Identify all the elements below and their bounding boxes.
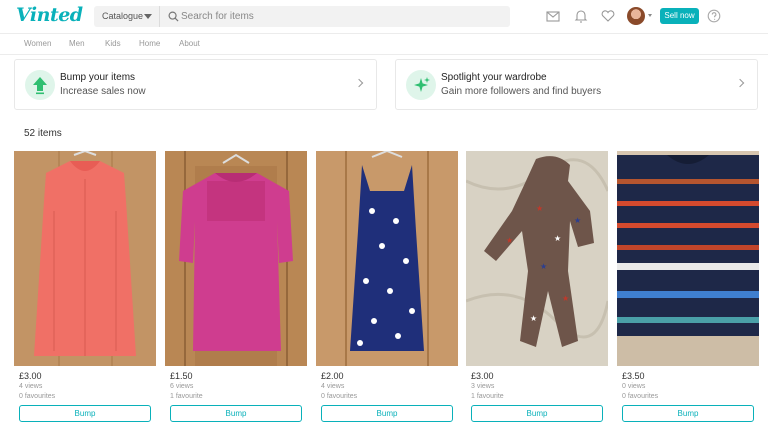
promo-subtitle: Gain more followers and find buyers — [441, 86, 602, 97]
svg-text:★: ★ — [540, 262, 547, 271]
mail-icon[interactable] — [545, 8, 561, 24]
item-price: £2.00 — [321, 371, 344, 381]
item-views: 6 views — [170, 383, 194, 390]
promo-title: Spotlight your wardrobe — [441, 72, 547, 83]
category-nav: Women Men Kids Home About — [0, 33, 768, 55]
bump-button[interactable]: Bump — [622, 405, 754, 422]
item-favourites: 0 favourites — [622, 393, 659, 400]
item-views: 3 views — [471, 383, 495, 390]
search-input[interactable] — [181, 8, 501, 25]
catalogue-dropdown[interactable]: Catalogue — [94, 6, 160, 27]
spotlight-wardrobe-promo[interactable]: Spotlight your wardrobe Gain more follow… — [395, 59, 758, 110]
item-favourites: 0 favourites — [19, 393, 56, 400]
svg-text:★: ★ — [562, 294, 569, 303]
nav-item-women[interactable]: Women — [24, 39, 51, 48]
nav-item-men[interactable]: Men — [69, 39, 85, 48]
svg-text:★: ★ — [554, 234, 561, 243]
item-photo[interactable] — [14, 151, 156, 366]
svg-text:★: ★ — [506, 236, 513, 245]
nav-item-about[interactable]: About — [179, 39, 200, 48]
svg-text:★: ★ — [536, 204, 543, 213]
item-price: £3.50 — [622, 371, 645, 381]
item-views: 0 views — [622, 383, 646, 390]
search-icon — [168, 11, 179, 22]
item-views: 4 views — [321, 383, 345, 390]
chevron-down-icon — [144, 14, 152, 19]
bump-button[interactable]: Bump — [19, 405, 151, 422]
chevron-right-icon — [354, 78, 364, 88]
item-views: 4 views — [19, 383, 43, 390]
nav-item-kids[interactable]: Kids — [105, 39, 121, 48]
item-favourites: 1 favourite — [471, 393, 504, 400]
bump-items-promo[interactable]: Bump your items Increase sales now — [14, 59, 377, 110]
search-bar: Catalogue — [94, 6, 510, 27]
item-photo[interactable] — [617, 151, 759, 366]
help-icon[interactable] — [706, 8, 722, 24]
promo-title: Bump your items — [60, 72, 136, 83]
item-favourites: 0 favourites — [321, 393, 358, 400]
bump-button[interactable]: Bump — [170, 405, 302, 422]
item-photo[interactable]: ★ ★ ★ ★ ★ ★ ★ — [466, 151, 608, 366]
bell-icon[interactable] — [573, 8, 589, 24]
vinted-logo[interactable]: Vinted — [16, 4, 83, 26]
bump-arrow-icon — [25, 70, 55, 100]
sell-now-button[interactable]: Sell now — [660, 8, 699, 24]
item-photo[interactable] — [316, 151, 458, 366]
avatar[interactable] — [627, 7, 645, 25]
item-count: 52 items — [24, 128, 62, 139]
item-price: £3.00 — [471, 371, 494, 381]
item-price: £1.50 — [170, 371, 193, 381]
top-header: Vinted Catalogue Sell now — [0, 0, 768, 33]
catalogue-label: Catalogue — [102, 11, 144, 21]
nav-item-home[interactable]: Home — [139, 39, 160, 48]
heart-icon[interactable] — [600, 8, 616, 24]
chevron-right-icon — [735, 78, 745, 88]
item-photo[interactable] — [165, 151, 307, 366]
svg-text:★: ★ — [574, 216, 581, 225]
svg-text:★: ★ — [530, 314, 537, 323]
item-price: £3.00 — [19, 371, 42, 381]
sparkle-icon — [406, 70, 436, 100]
promo-subtitle: Increase sales now — [60, 86, 146, 97]
bump-button[interactable]: Bump — [471, 405, 603, 422]
item-favourites: 1 favourite — [170, 393, 203, 400]
chevron-down-icon — [648, 14, 652, 17]
bump-button[interactable]: Bump — [321, 405, 453, 422]
